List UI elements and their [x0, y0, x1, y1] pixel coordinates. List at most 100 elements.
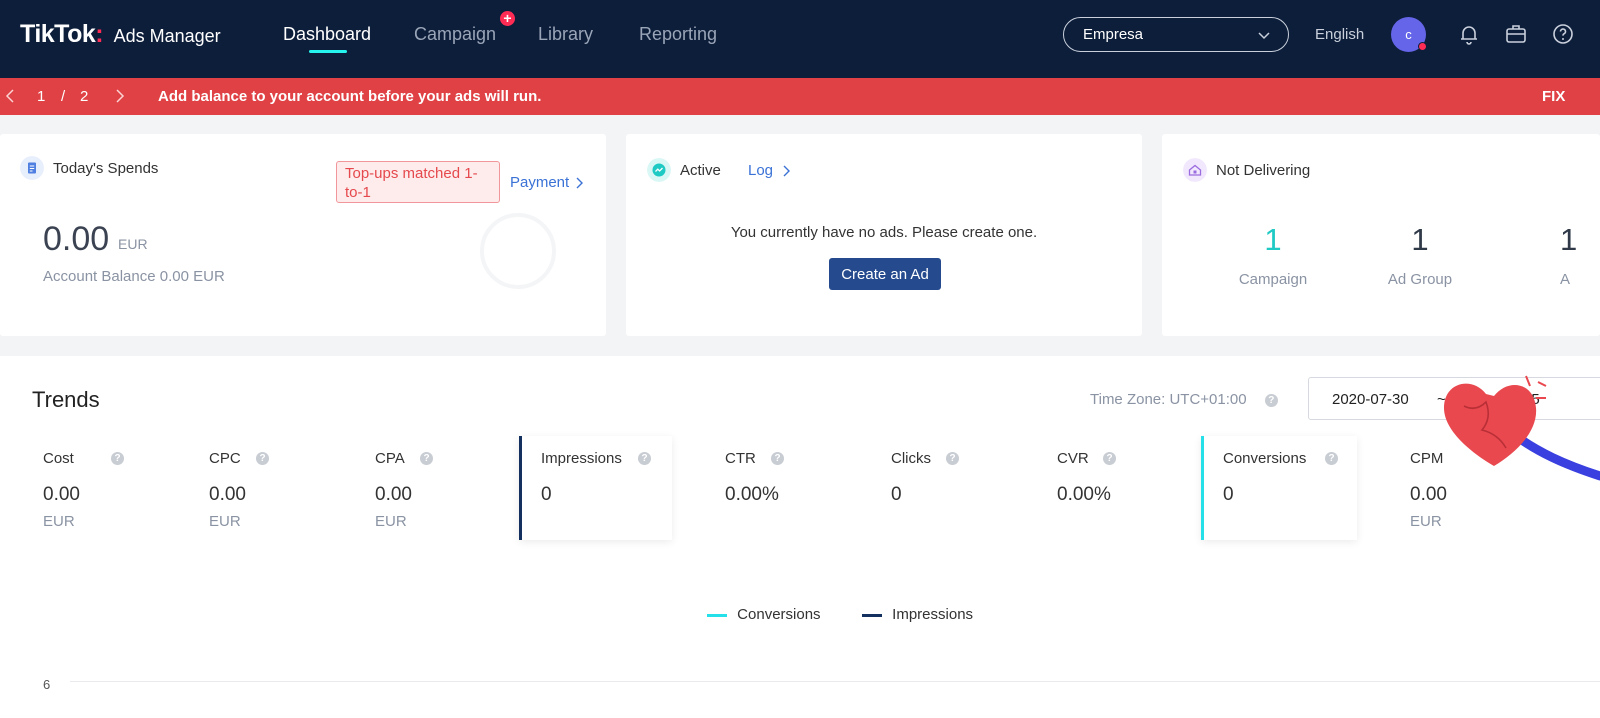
home-alert-icon	[1183, 158, 1207, 182]
metric-cost-value: 0.00	[43, 484, 80, 505]
nav-campaign[interactable]: Campaign	[414, 24, 496, 45]
help-icon[interactable]: ?	[256, 452, 269, 465]
metric-cpc[interactable]: CPC ? 0.00 EUR	[187, 436, 347, 540]
legend-impressions-swatch	[862, 613, 882, 617]
help-icon[interactable]: ?	[420, 452, 433, 465]
active-tab-indicator	[309, 50, 347, 53]
chevron-left-icon[interactable]	[3, 88, 17, 104]
metric-cost[interactable]: Cost ? 0.00 EUR	[21, 436, 181, 540]
nav-dashboard[interactable]: Dashboard	[283, 24, 372, 53]
metric-ctr-value: 0.00%	[725, 484, 779, 505]
y-axis-tick: 6	[43, 677, 51, 692]
metric-impressions-value: 0	[541, 484, 552, 505]
user-avatar[interactable]: c	[1391, 17, 1427, 52]
metric-cpc-unit: EUR	[209, 513, 241, 530]
language-switcher[interactable]: English	[1315, 26, 1364, 43]
metric-conversions[interactable]: Conversions ? 0	[1201, 436, 1357, 540]
stat-campaign-label: Campaign	[1238, 271, 1308, 288]
nav-dashboard-label: Dashboard	[283, 24, 372, 44]
todays-spend-amount: 0.00	[43, 220, 110, 258]
date-start: 2020-07-30	[1332, 391, 1409, 408]
metric-cvr[interactable]: CVR ? 0.00%	[1035, 436, 1195, 540]
account-selector-value: Empresa	[1083, 26, 1144, 43]
nav-campaign-label: Campaign	[414, 24, 497, 44]
chevron-right-icon	[783, 165, 791, 177]
legend-conversions-label: Conversions	[737, 606, 821, 623]
active-title: Active	[680, 162, 721, 179]
metric-clicks-name: Clicks	[891, 450, 931, 467]
nav-reporting-label: Reporting	[639, 24, 718, 44]
top-navigation: TikTok : Ads Manager Dashboard Campaign …	[0, 0, 1600, 78]
nav-library[interactable]: Library	[538, 24, 593, 45]
alert-page-separator: /	[61, 88, 66, 105]
logo-colon: :	[95, 20, 104, 48]
avatar-notification-dot	[1418, 42, 1427, 51]
chevron-right-icon	[576, 177, 583, 189]
legend-conversions-swatch	[707, 613, 727, 617]
metric-cost-unit: EUR	[43, 513, 75, 530]
timezone-text: Time Zone: UTC+01:00	[1090, 391, 1247, 408]
logo-brand: TikTok	[20, 20, 96, 48]
legend-conversions[interactable]: Conversions	[707, 606, 821, 623]
help-icon[interactable]: ?	[771, 452, 784, 465]
tiktok-ads-logo[interactable]: TikTok : Ads Manager	[20, 20, 221, 49]
nav-reporting[interactable]: Reporting	[639, 24, 717, 45]
not-delivering-card: Not Delivering 1 Campaign 1 Ad Group 1 A	[1162, 134, 1600, 336]
chevron-right-icon[interactable]	[113, 88, 127, 104]
not-delivering-title: Not Delivering	[1216, 162, 1311, 179]
metric-cpm-value: 0.00	[1410, 484, 1447, 505]
help-icon[interactable]: ?	[946, 452, 959, 465]
log-link-label: Log	[748, 162, 774, 179]
metric-cost-name: Cost	[43, 450, 74, 467]
metric-conversions-name: Conversions	[1223, 450, 1307, 467]
stat-ad-group-value: 1	[1411, 222, 1429, 257]
logo-product: Ads Manager	[113, 26, 221, 46]
payment-link-label: Payment	[510, 174, 570, 191]
alert-total-pages: 2	[80, 88, 89, 105]
bell-icon[interactable]	[1457, 22, 1481, 46]
no-ads-message: You currently have no ads. Please create…	[730, 224, 1038, 241]
help-icon[interactable]: ?	[111, 452, 124, 465]
payment-link[interactable]: Payment	[510, 174, 584, 192]
metric-cvr-value: 0.00%	[1057, 484, 1111, 505]
metric-cpm-name: CPM	[1410, 450, 1444, 467]
stat-ad-label: A	[1560, 271, 1571, 288]
trends-title: Trends	[32, 387, 100, 412]
todays-spends-card: Today's Spends Top-ups matched 1-to-1 Pa…	[0, 134, 606, 336]
topups-matched-tag: Top-ups matched 1-to-1	[336, 161, 500, 203]
metric-clicks[interactable]: Clicks ? 0	[869, 436, 1029, 540]
chevron-down-icon	[1258, 32, 1270, 40]
account-selector[interactable]: Empresa	[1063, 17, 1289, 52]
legend-impressions-label: Impressions	[892, 606, 974, 623]
avatar-initial: c	[1405, 27, 1412, 42]
metric-ctr[interactable]: CTR ? 0.00%	[703, 436, 863, 540]
metric-ctr-name: CTR	[725, 450, 756, 467]
chart-gridline	[70, 681, 1600, 682]
timezone-label: Time Zone: UTC+01:00 ?	[1090, 391, 1278, 408]
metric-cpm[interactable]: CPM 0.00 EUR	[1388, 436, 1447, 540]
briefcase-icon[interactable]	[1504, 22, 1528, 46]
document-icon	[20, 156, 44, 180]
metric-clicks-value: 0	[891, 484, 902, 505]
balance-alert-bar: 1 / 2 Add balance to your account before…	[0, 78, 1600, 115]
help-icon[interactable]: ?	[1325, 452, 1338, 465]
alert-fix-link[interactable]: FIX	[1542, 88, 1565, 105]
todays-spends-title: Today's Spends	[53, 160, 159, 177]
campaign-add-badge[interactable]: +	[500, 11, 515, 26]
help-icon[interactable]: ?	[638, 452, 651, 465]
help-icon[interactable]: ?	[1264, 393, 1278, 407]
metric-conversions-value: 0	[1223, 484, 1234, 505]
metric-cpa[interactable]: CPA ? 0.00 EUR	[353, 436, 513, 540]
create-ad-button[interactable]: Create an Ad	[829, 258, 941, 290]
metric-cvr-name: CVR	[1057, 450, 1089, 467]
alert-message: Add balance to your account before your …	[158, 88, 542, 105]
alert-current-page: 1	[37, 88, 46, 105]
help-icon[interactable]: ?	[1103, 452, 1116, 465]
metric-cpa-unit: EUR	[375, 513, 407, 530]
legend-impressions[interactable]: Impressions	[862, 606, 973, 623]
todays-spend-currency: EUR	[118, 236, 148, 252]
help-icon[interactable]	[1551, 22, 1575, 46]
spend-ring-chart	[480, 213, 556, 289]
log-link[interactable]: Log	[748, 162, 791, 180]
metric-impressions[interactable]: Impressions ? 0	[519, 436, 672, 540]
